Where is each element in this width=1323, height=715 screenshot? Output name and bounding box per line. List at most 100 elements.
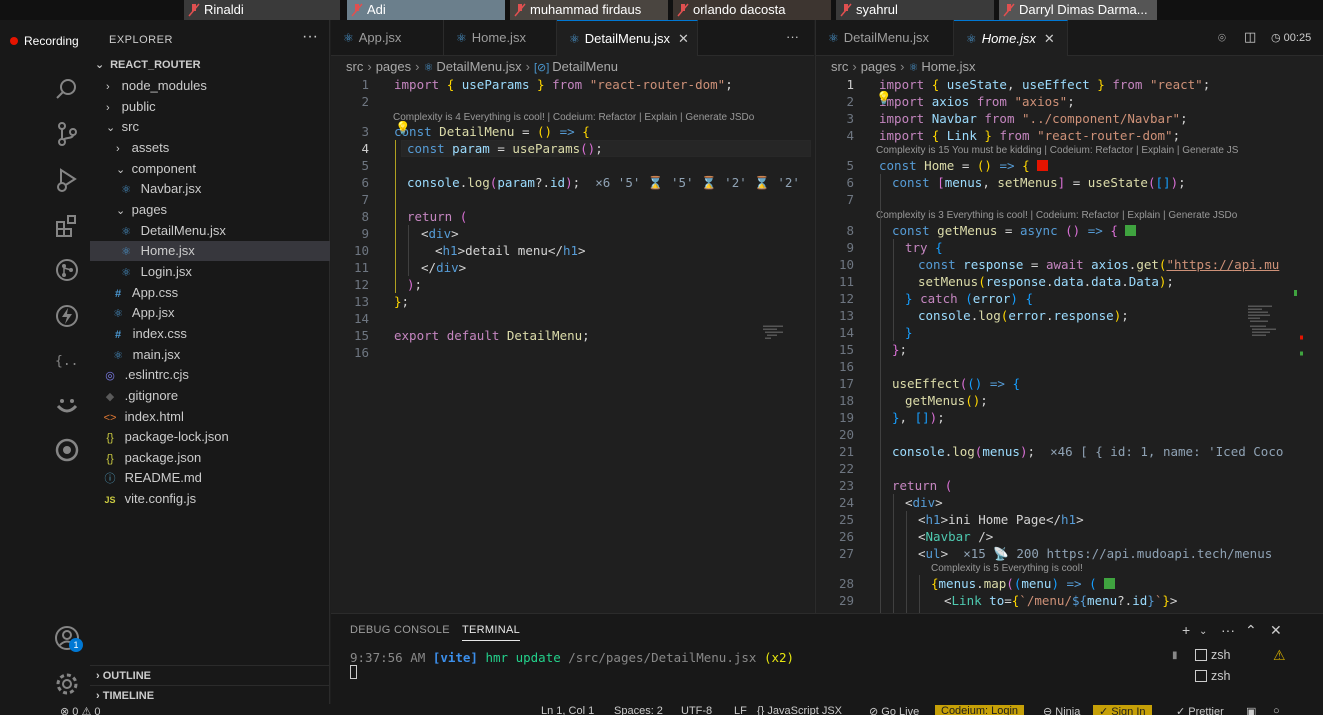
language-mode[interactable]: {} JavaScript JSX — [757, 705, 842, 715]
participant-tile[interactable]: Adi — [347, 0, 505, 20]
tree-item-node-modules[interactable]: › node_modules — [90, 76, 330, 96]
tree-item-src[interactable]: ⌄ src — [90, 117, 330, 137]
more-actions-icon[interactable]: ··· — [786, 29, 799, 44]
complexity-green-marker — [1104, 578, 1116, 589]
tree-item-main-jsx[interactable]: ⚛ main.jsx — [90, 345, 330, 365]
run-debug-icon[interactable] — [53, 166, 81, 194]
tree-item-home-jsx[interactable]: ⚛ Home.jsx — [90, 241, 330, 261]
bell-icon[interactable]: ○ — [1273, 705, 1280, 715]
breadcrumb-item[interactable]: src — [831, 59, 848, 74]
prettier-status[interactable]: ✓ Prettier — [1176, 705, 1224, 715]
tree-item-login-jsx[interactable]: ⚛ Login.jsx — [90, 262, 330, 282]
terminal-instance[interactable]: zsh — [1195, 648, 1230, 662]
recording-dot-icon — [10, 37, 18, 45]
codeium-login-button[interactable]: Codeium: Login — [935, 705, 1025, 715]
more-actions-icon[interactable]: ··· — [302, 28, 318, 46]
participant-tile[interactable]: Rinaldi — [184, 0, 340, 20]
notifications-icon[interactable]: ▣ — [1246, 705, 1256, 715]
tab-home-jsx[interactable]: ⚛ Home.jsx — [444, 20, 557, 56]
json-file-icon: {} — [106, 432, 114, 444]
sign-in-button[interactable]: ✓ Sign In — [1093, 705, 1152, 715]
more-actions-icon[interactable]: ··· — [1221, 622, 1235, 638]
breadcrumb-item[interactable]: DetailMenu.jsx — [436, 59, 521, 74]
tab-detailmenu-jsx[interactable]: ⚛ DetailMenu.jsx — [816, 20, 954, 56]
tree-item-eslintrc[interactable]: ◎ .eslintrc.cjs — [90, 365, 330, 385]
breadcrumb-item[interactable]: src — [346, 59, 363, 74]
tree-item-pages[interactable]: ⌄ pages — [90, 200, 330, 220]
html-file-icon: <> — [103, 412, 117, 424]
status-bar: ⊗ 0 ⚠ 0 Ln 1, Col 1 Spaces: 2 UTF-8 LF {… — [0, 704, 1323, 715]
git-file-icon: ◆ — [105, 391, 115, 403]
codeium-icon[interactable] — [53, 436, 81, 464]
tab-terminal[interactable]: TERMINAL — [462, 624, 521, 641]
tree-item-navbar-jsx[interactable]: ⚛ Navbar.jsx — [90, 179, 330, 199]
breadcrumb-item[interactable]: Home.jsx — [921, 59, 975, 74]
participant-tile[interactable]: syahrul — [836, 0, 994, 20]
recording-label: Recording — [24, 34, 79, 48]
code-line: 1 import { useParams } from "react-router… — [361, 77, 733, 92]
lightbulb-icon[interactable]: 💡 — [395, 119, 411, 136]
tree-item-gitignore[interactable]: ◆ .gitignore — [90, 386, 330, 406]
extensions-icon[interactable] — [53, 212, 81, 240]
terminal-instance[interactable]: zsh — [1195, 669, 1230, 683]
editor-group-left: ⚛ App.jsx ⚛ Home.jsx ⚛ DetailMenu.jsx ✕ ··· … — [331, 20, 814, 613]
close-icon[interactable]: ✕ — [678, 31, 689, 46]
tab-home-jsx[interactable]: ⚛ Home.jsx ✕ — [954, 20, 1068, 56]
code-line: 11 </div> — [353, 260, 467, 275]
minimap[interactable] — [761, 78, 814, 613]
tree-item-app-jsx[interactable]: ⚛ App.jsx — [90, 303, 330, 323]
participant-tile[interactable]: Darryl Dimas Darma... — [999, 0, 1157, 20]
code-line: 15 export default DetailMenu; — [353, 328, 590, 343]
terminal-instance-label: zsh — [1211, 669, 1231, 683]
tab-app-jsx[interactable]: ⚛ App.jsx — [331, 20, 444, 56]
tree-item-label: App.css — [131, 285, 179, 300]
meeting-participant-strip: Rinaldi Adi muhammad firdaus orlando dac… — [0, 0, 1323, 20]
breadcrumb-item[interactable]: DetailMenu — [552, 59, 618, 74]
cursor-position[interactable]: Ln 1, Col 1 — [541, 705, 594, 715]
tree-item-vite-config[interactable]: JS vite.config.js — [90, 489, 330, 509]
tree-item-index-html[interactable]: <> index.html — [90, 407, 330, 427]
git-graph-icon[interactable] — [53, 256, 81, 284]
source-control-icon[interactable] — [53, 120, 81, 148]
tree-item-public[interactable]: › public — [90, 97, 330, 117]
tree-item-detailmenu-jsx[interactable]: ⚛ DetailMenu.jsx — [90, 221, 330, 241]
participant-name: muhammad firdaus — [530, 2, 642, 17]
lightbulb-icon[interactable]: 💡 — [876, 89, 892, 106]
tree-item-readme[interactable]: ⓘ README.md — [90, 468, 330, 488]
close-icon[interactable]: ✕ — [1044, 31, 1055, 46]
breadcrumb-item[interactable]: pages — [376, 59, 411, 74]
terminal-cursor[interactable] — [350, 665, 357, 679]
breadcrumb-item[interactable]: pages — [861, 59, 896, 74]
search-icon[interactable] — [53, 76, 81, 104]
tree-item-package-lock-json[interactable]: {} package-lock.json — [90, 427, 330, 447]
participant-tile[interactable]: muhammad firdaus — [510, 0, 668, 20]
go-live-button[interactable]: ⊘ Go Live — [869, 705, 919, 715]
copilot-icon[interactable]: ⌾ — [1218, 30, 1226, 46]
split-editor-icon[interactable]: ◫ — [1244, 29, 1256, 45]
smiley-icon[interactable] — [53, 392, 81, 420]
outline-section[interactable]: › OUTLINE — [90, 665, 330, 685]
new-terminal-icon[interactable]: + — [1182, 622, 1190, 638]
close-panel-icon[interactable]: ✕ — [1270, 622, 1282, 639]
chevron-down-icon[interactable]: ⌄ — [1199, 626, 1207, 637]
ninja-status[interactable]: ⊖ Ninja — [1043, 705, 1080, 715]
indentation[interactable]: Spaces: 2 — [614, 705, 663, 715]
participant-tile[interactable]: orlando dacosta — [673, 0, 831, 20]
workspace-root[interactable]: ⌄ REACT_ROUTER — [90, 55, 330, 75]
tab-debug-console[interactable]: DEBUG CONSOLE — [350, 624, 450, 636]
tree-item-assets[interactable]: › assets — [90, 138, 330, 158]
settings-gear-icon[interactable] — [53, 670, 81, 698]
tab-detailmenu-jsx[interactable]: ⚛ DetailMenu.jsx ✕ — [557, 20, 698, 56]
timeline-section[interactable]: › TIMELINE — [90, 685, 330, 705]
minimap[interactable] — [1246, 78, 1306, 613]
encoding[interactable]: UTF-8 — [681, 705, 712, 715]
tree-item-index-css[interactable]: # index.css — [90, 324, 330, 344]
end-of-line[interactable]: LF — [734, 705, 747, 715]
tree-item-component[interactable]: ⌄ component — [90, 159, 330, 179]
problems-status[interactable]: ⊗ 0 ⚠ 0 — [60, 705, 100, 715]
json-braces-icon[interactable]: {...} — [53, 346, 94, 374]
maximize-panel-icon[interactable]: ⌃ — [1245, 622, 1257, 639]
tree-item-app-css[interactable]: # App.css — [90, 283, 330, 303]
thunder-client-icon[interactable] — [53, 302, 81, 330]
tree-item-package-json[interactable]: {} package.json — [90, 448, 330, 468]
